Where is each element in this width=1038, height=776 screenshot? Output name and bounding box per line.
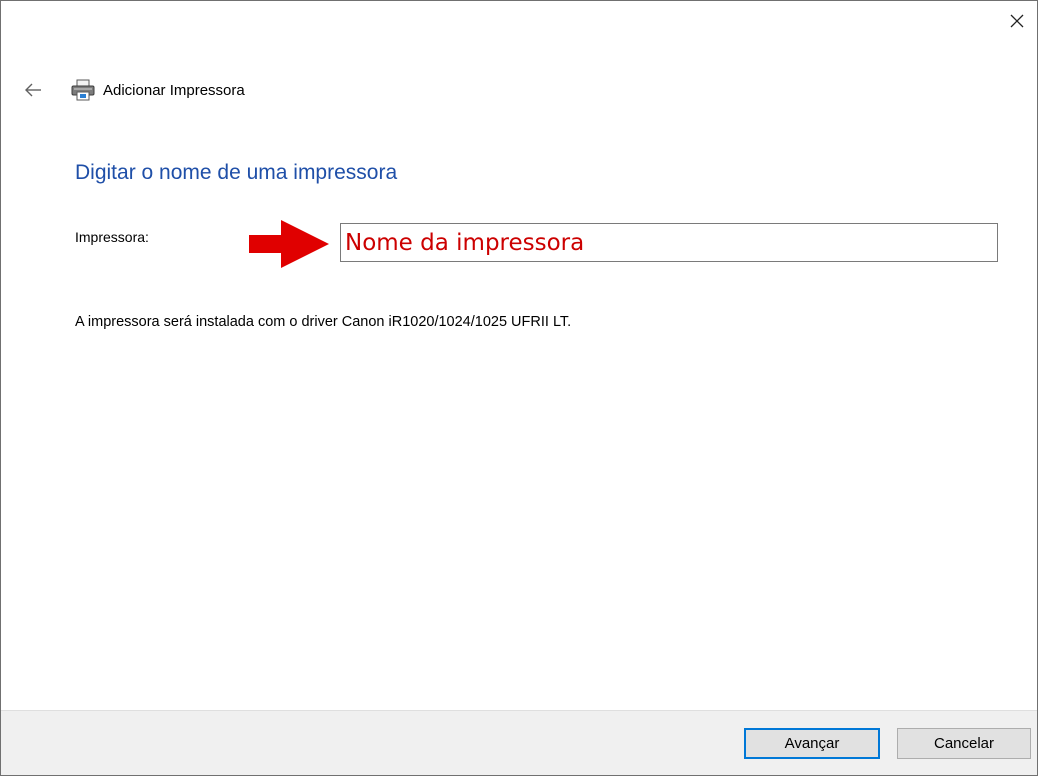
page-heading: Digitar o nome de uma impressora [75, 161, 398, 184]
driver-info-text: A impressora será instalada com o driver… [75, 314, 572, 330]
printer-name-input[interactable] [340, 223, 998, 262]
red-arrow-icon [249, 220, 329, 268]
next-button[interactable]: Avançar [744, 728, 880, 759]
navigation-bar: Adicionar Impressora [21, 77, 245, 103]
window-title: Adicionar Impressora [103, 81, 245, 99]
close-button[interactable] [997, 1, 1037, 41]
cancel-button[interactable]: Cancelar [897, 728, 1031, 759]
printer-name-label: Impressora: [75, 229, 149, 245]
add-printer-window: Adicionar Impressora Digitar o nome de u… [0, 0, 1038, 776]
back-button[interactable] [21, 78, 45, 102]
printer-icon [67, 77, 99, 103]
close-icon [1010, 14, 1024, 28]
footer-bar: Avançar Cancelar [1, 710, 1037, 775]
back-arrow-icon [25, 83, 41, 97]
